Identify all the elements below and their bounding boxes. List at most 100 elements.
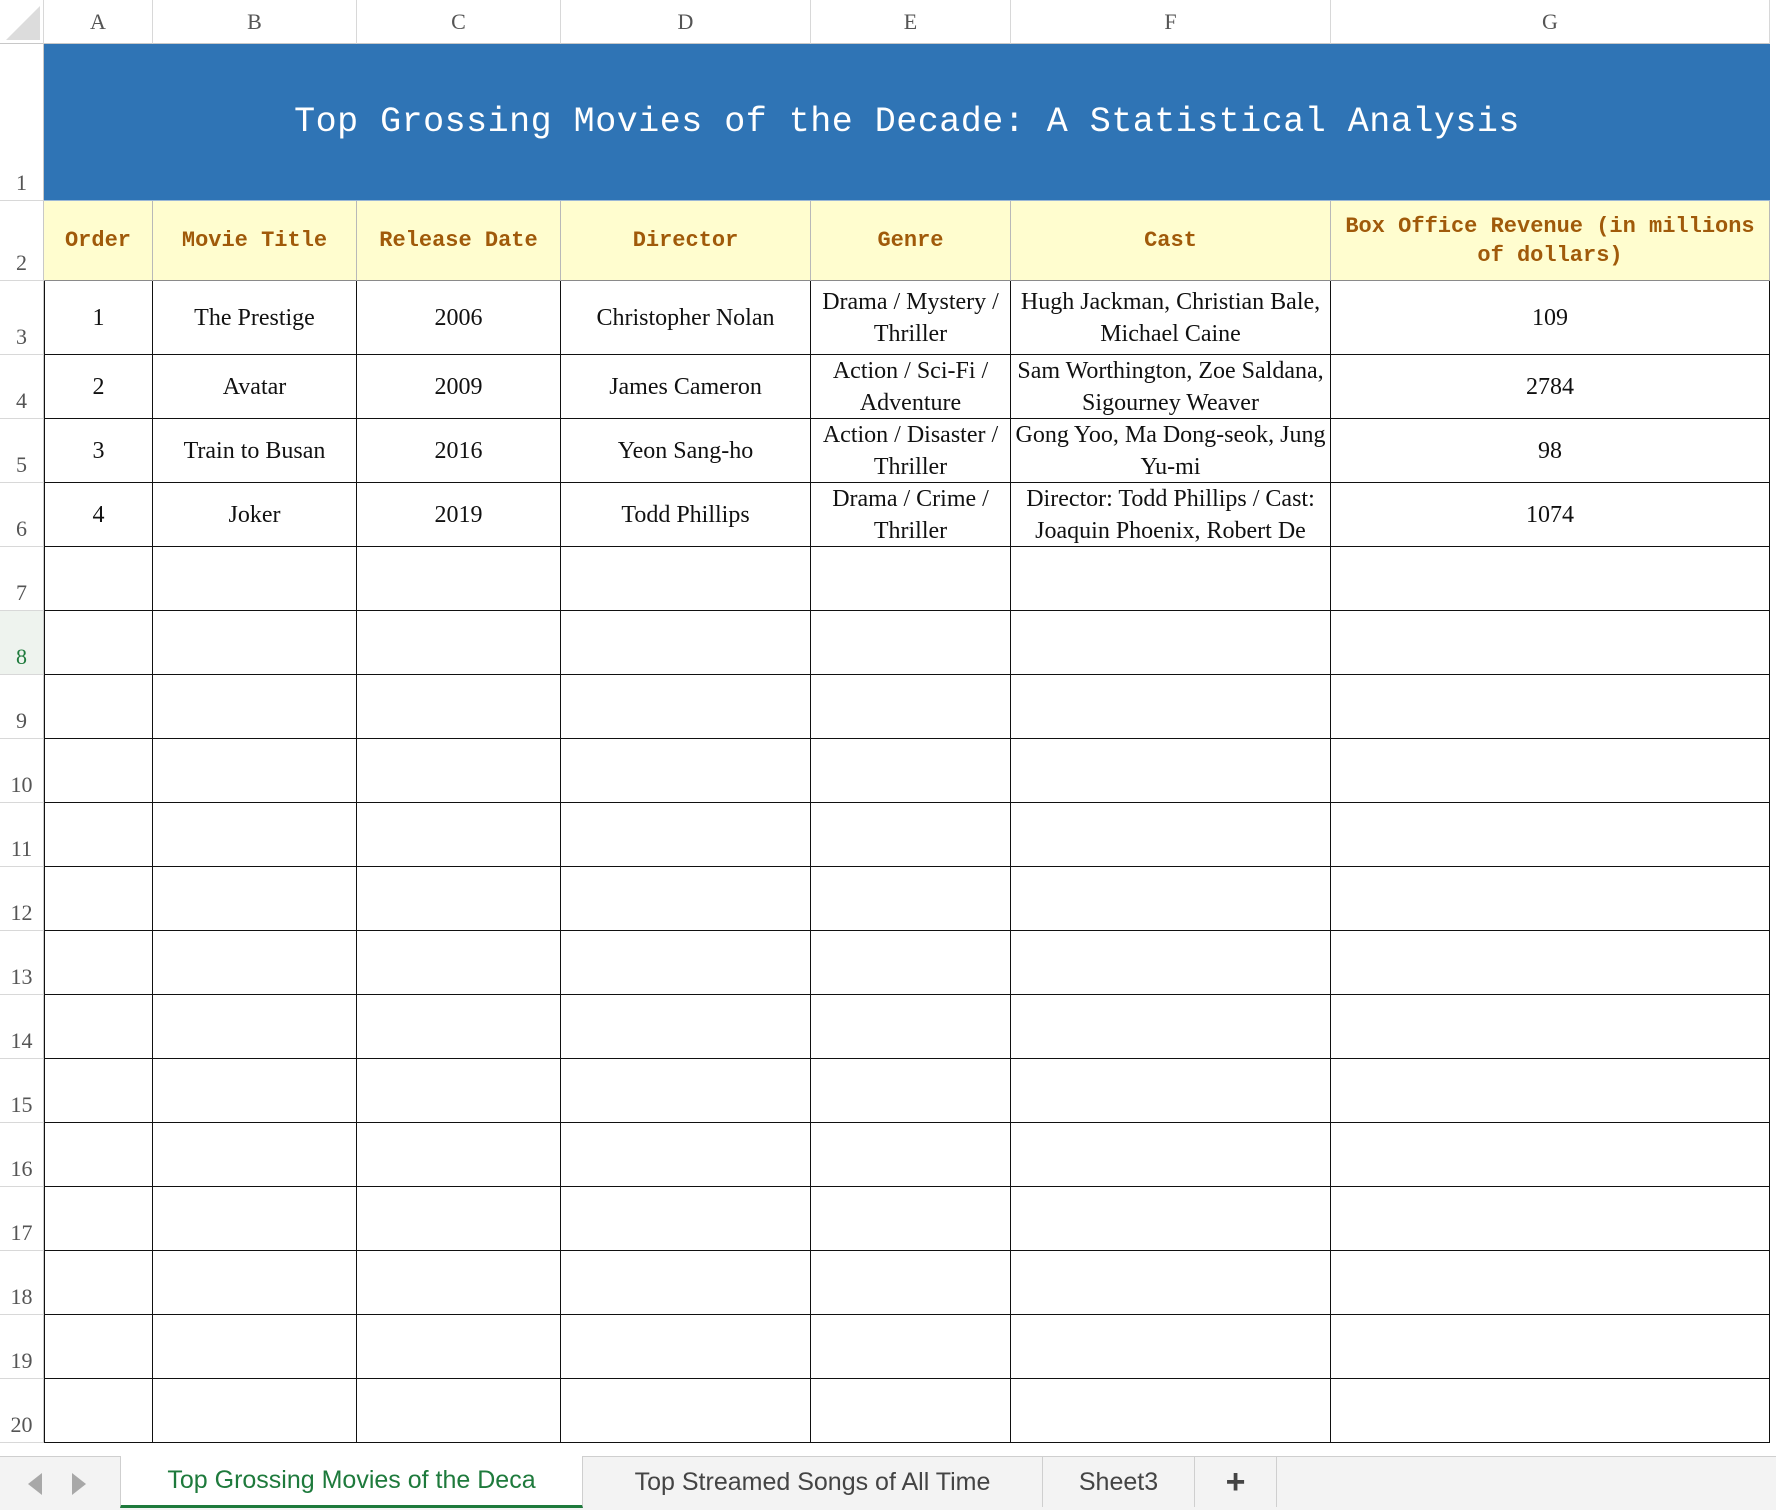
- row-header-18[interactable]: 18: [0, 1251, 44, 1315]
- table-cell[interactable]: [153, 803, 357, 867]
- table-header-cell[interactable]: Movie Title: [153, 201, 357, 281]
- table-header-cell[interactable]: Director: [561, 201, 811, 281]
- table-header-cell[interactable]: Release Date: [357, 201, 561, 281]
- row-header-12[interactable]: 12: [0, 867, 44, 931]
- table-header-cell[interactable]: Order: [44, 201, 153, 281]
- table-cell[interactable]: [357, 1379, 561, 1443]
- table-cell[interactable]: 1: [44, 281, 153, 355]
- table-cell[interactable]: [153, 995, 357, 1059]
- table-cell[interactable]: Joker: [153, 483, 357, 547]
- row-header-10[interactable]: 10: [0, 739, 44, 803]
- table-cell[interactable]: [1331, 1315, 1770, 1379]
- table-cell[interactable]: [1331, 1251, 1770, 1315]
- column-header-g[interactable]: G: [1331, 0, 1770, 44]
- table-cell[interactable]: [811, 1315, 1011, 1379]
- column-header-b[interactable]: B: [153, 0, 357, 44]
- table-cell[interactable]: [561, 1059, 811, 1123]
- table-cell[interactable]: 1074: [1331, 483, 1770, 547]
- table-cell[interactable]: [44, 1059, 153, 1123]
- table-cell[interactable]: [1011, 611, 1331, 675]
- table-cell[interactable]: [1011, 1379, 1331, 1443]
- table-cell[interactable]: Drama / Crime / Thriller: [811, 483, 1011, 547]
- table-cell[interactable]: Sam Worthington, Zoe Saldana, Sigourney …: [1011, 355, 1331, 419]
- table-cell[interactable]: [44, 931, 153, 995]
- table-cell[interactable]: [811, 547, 1011, 611]
- table-cell[interactable]: [1011, 1315, 1331, 1379]
- table-cell[interactable]: 2016: [357, 419, 561, 483]
- table-cell[interactable]: [357, 1187, 561, 1251]
- column-header-c[interactable]: C: [357, 0, 561, 44]
- row-header-3[interactable]: 3: [0, 281, 44, 355]
- row-header-1[interactable]: 1: [0, 44, 44, 201]
- table-cell[interactable]: Yeon Sang-ho: [561, 419, 811, 483]
- table-cell[interactable]: [1011, 803, 1331, 867]
- table-cell[interactable]: [811, 803, 1011, 867]
- table-cell[interactable]: [1331, 1187, 1770, 1251]
- table-cell[interactable]: [44, 867, 153, 931]
- sheet-tab-2[interactable]: Top Streamed Songs of All Time: [583, 1457, 1043, 1507]
- table-cell[interactable]: [153, 547, 357, 611]
- table-cell[interactable]: [1331, 1379, 1770, 1443]
- table-cell[interactable]: [561, 1123, 811, 1187]
- sheet-title-cell[interactable]: Top Grossing Movies of the Decade: A Sta…: [44, 44, 1770, 201]
- select-all-icon[interactable]: [0, 0, 44, 44]
- table-cell[interactable]: 2006: [357, 281, 561, 355]
- row-header-4[interactable]: 4: [0, 355, 44, 419]
- row-header-11[interactable]: 11: [0, 803, 44, 867]
- table-cell[interactable]: [1331, 547, 1770, 611]
- table-cell[interactable]: [1011, 739, 1331, 803]
- row-header-14[interactable]: 14: [0, 995, 44, 1059]
- table-cell[interactable]: [357, 1123, 561, 1187]
- row-header-8[interactable]: 8: [0, 611, 44, 675]
- row-header-19[interactable]: 19: [0, 1315, 44, 1379]
- table-cell[interactable]: [1011, 675, 1331, 739]
- table-cell[interactable]: [561, 1315, 811, 1379]
- table-header-cell[interactable]: Box Office Revenue (in millions of dolla…: [1331, 201, 1770, 281]
- table-cell[interactable]: Director: Todd Phillips / Cast: Joaquin …: [1011, 483, 1331, 547]
- table-cell[interactable]: [44, 803, 153, 867]
- table-cell[interactable]: James Cameron: [561, 355, 811, 419]
- table-cell[interactable]: [357, 739, 561, 803]
- table-cell[interactable]: [44, 995, 153, 1059]
- table-cell[interactable]: [1011, 1187, 1331, 1251]
- table-cell[interactable]: [357, 1059, 561, 1123]
- table-cell[interactable]: [1011, 995, 1331, 1059]
- table-cell[interactable]: [1011, 547, 1331, 611]
- table-cell[interactable]: [44, 1379, 153, 1443]
- table-cell[interactable]: 2: [44, 355, 153, 419]
- table-cell[interactable]: [153, 1251, 357, 1315]
- table-header-cell[interactable]: Genre: [811, 201, 1011, 281]
- table-cell[interactable]: [561, 547, 811, 611]
- table-cell[interactable]: [1331, 675, 1770, 739]
- row-header-9[interactable]: 9: [0, 675, 44, 739]
- table-cell[interactable]: [1331, 1123, 1770, 1187]
- table-cell[interactable]: [44, 739, 153, 803]
- table-cell[interactable]: [561, 675, 811, 739]
- table-cell[interactable]: [811, 1187, 1011, 1251]
- table-cell[interactable]: Action / Sci-Fi / Adventure: [811, 355, 1011, 419]
- table-cell[interactable]: [561, 995, 811, 1059]
- table-cell[interactable]: [153, 1315, 357, 1379]
- table-cell[interactable]: [811, 867, 1011, 931]
- column-header-a[interactable]: A: [44, 0, 153, 44]
- row-header-16[interactable]: 16: [0, 1123, 44, 1187]
- table-cell[interactable]: [561, 739, 811, 803]
- table-cell[interactable]: 98: [1331, 419, 1770, 483]
- table-cell[interactable]: [153, 739, 357, 803]
- table-cell[interactable]: 2784: [1331, 355, 1770, 419]
- table-cell[interactable]: [561, 1379, 811, 1443]
- sheet-tab-1[interactable]: Top Grossing Movies of the Deca: [120, 1456, 583, 1508]
- chevron-left-icon[interactable]: [28, 1473, 42, 1495]
- table-cell[interactable]: Train to Busan: [153, 419, 357, 483]
- table-cell[interactable]: [1331, 867, 1770, 931]
- row-header-7[interactable]: 7: [0, 547, 44, 611]
- table-cell[interactable]: 2009: [357, 355, 561, 419]
- table-cell[interactable]: [357, 611, 561, 675]
- table-cell[interactable]: Hugh Jackman, Christian Bale, Michael Ca…: [1011, 281, 1331, 355]
- table-cell[interactable]: [811, 611, 1011, 675]
- table-cell[interactable]: [357, 547, 561, 611]
- table-cell[interactable]: [44, 1123, 153, 1187]
- chevron-right-icon[interactable]: [72, 1473, 86, 1495]
- table-cell[interactable]: [1011, 931, 1331, 995]
- table-cell[interactable]: [153, 1379, 357, 1443]
